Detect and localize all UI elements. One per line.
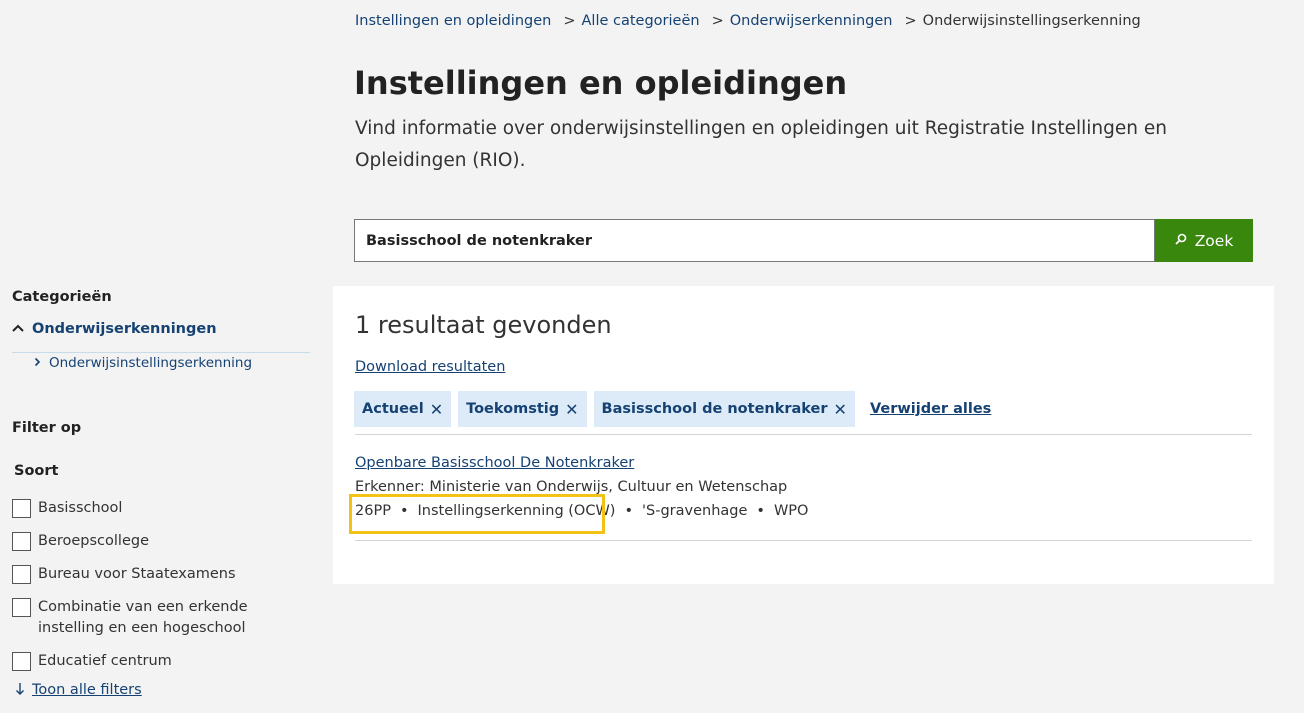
page-title: Instellingen en opleidingen — [354, 64, 848, 102]
checkbox[interactable] — [12, 499, 31, 518]
filter-combinatie[interactable]: Combinatie van een erkende instelling en… — [12, 597, 252, 639]
filter-label: Bureau voor Staatexamens — [38, 566, 236, 582]
search-bar: Zoek — [354, 219, 1253, 262]
filter-heading: Filter op — [12, 420, 82, 436]
remove-all-filters-link[interactable]: Verwijder alles — [870, 401, 991, 417]
search-button-label: Zoek — [1194, 231, 1234, 250]
download-results-link[interactable]: Download resultaten — [355, 359, 505, 375]
filter-label: Beroepscollege — [38, 533, 150, 549]
chevron-right-icon — [34, 355, 41, 371]
breadcrumb-link-alle-categorieen[interactable]: Alle categorieën — [582, 13, 700, 29]
soort-heading: Soort — [14, 463, 59, 479]
highlight-box — [349, 494, 605, 534]
checkbox[interactable] — [12, 532, 31, 551]
filter-chip-search-term[interactable]: Basisschool de notenkraker ✕ — [593, 391, 855, 427]
chip-label: Toekomstig — [466, 401, 560, 417]
filter-label: Basisschool — [38, 500, 123, 516]
breadcrumb-separator: > — [563, 13, 576, 29]
chip-label: Basisschool de notenkraker — [601, 401, 828, 417]
filter-chip-actueel[interactable]: Actueel ✕ — [354, 391, 452, 427]
breadcrumb-link-onderwijserkenningen[interactable]: Onderwijserkenningen — [730, 13, 893, 29]
divider — [355, 434, 1252, 435]
close-icon[interactable]: ✕ — [834, 400, 847, 419]
category-onderwijserkenningen[interactable]: Onderwijserkenningen — [12, 321, 310, 353]
checkbox[interactable] — [12, 565, 31, 584]
categories-heading: Categorieën — [12, 289, 112, 305]
filter-label: Educatief centrum — [38, 653, 172, 669]
result-title-link[interactable]: Openbare Basisschool De Notenkraker — [355, 455, 634, 471]
breadcrumb-link-instellingen[interactable]: Instellingen en opleidingen — [355, 13, 551, 29]
separator-dot: • — [624, 503, 634, 519]
chevron-up-icon — [12, 322, 24, 337]
breadcrumb: Instellingen en opleidingen > Alle categor… — [355, 13, 1141, 29]
filter-label: Combinatie van een erkende instelling en… — [38, 599, 248, 636]
checkbox[interactable] — [12, 652, 31, 671]
search-input[interactable] — [354, 219, 1155, 262]
search-button[interactable]: Zoek — [1155, 219, 1253, 262]
close-icon[interactable]: ✕ — [430, 400, 443, 419]
close-icon[interactable]: ✕ — [565, 400, 578, 419]
result-city: 'S-gravenhage — [642, 503, 748, 519]
result-count: 1 resultaat gevonden — [355, 311, 612, 339]
chip-label: Actueel — [362, 401, 424, 417]
filter-beroepscollege[interactable]: Beroepscollege — [12, 531, 149, 552]
checkbox[interactable] — [12, 598, 31, 617]
result-law: WPO — [773, 503, 809, 519]
filter-basisschool[interactable]: Basisschool — [12, 498, 122, 519]
filter-chip-toekomstig[interactable]: Toekomstig ✕ — [458, 391, 587, 427]
show-all-filters-link[interactable]: Toon alle filters — [15, 682, 142, 700]
category-sub-label: Onderwijsinstellingserkenning — [49, 355, 253, 371]
category-onderwijsinstellingserkenning[interactable]: Onderwijsinstellingserkenning — [34, 355, 252, 371]
filter-bureau-voor-staatexamens[interactable]: Bureau voor Staatexamens — [12, 564, 236, 585]
active-filters: Actueel ✕ Toekomstig ✕ Basisschool de no… — [354, 391, 991, 427]
breadcrumb-current: Onderwijsinstellingserkenning — [922, 13, 1141, 29]
show-all-label: Toon alle filters — [32, 682, 142, 698]
breadcrumb-separator: > — [711, 13, 724, 29]
breadcrumb-separator: > — [904, 13, 917, 29]
filter-educatief-centrum[interactable]: Educatief centrum — [12, 651, 172, 672]
page-intro: Vind informatie over onderwijsinstelling… — [355, 118, 1167, 171]
arrow-down-icon — [15, 682, 25, 700]
category-main-label: Onderwijserkenningen — [32, 321, 217, 337]
divider — [355, 540, 1252, 541]
separator-dot: • — [756, 503, 765, 519]
result-erkenner: Erkenner: Ministerie van Onderwijs, Cult… — [355, 479, 788, 495]
search-icon — [1175, 233, 1187, 248]
